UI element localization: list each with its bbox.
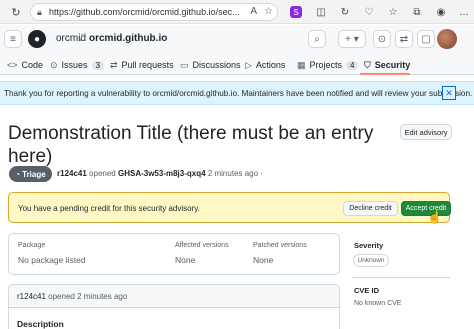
status-label: Triage	[22, 169, 46, 179]
repo-nav: <> Code ⊙ Issues 3 ⇄ Pull requests ▭ Dis…	[0, 53, 474, 75]
cve-id-value: No known CVE	[354, 300, 402, 307]
tab-label: Actions	[255, 60, 286, 70]
menu-icon[interactable]: ≡	[4, 30, 22, 48]
discussions-icon: ▭	[180, 59, 189, 70]
projects-icon: ▦	[297, 59, 306, 70]
tab-label: Projects	[309, 60, 343, 70]
extension-icon[interactable]: S	[290, 6, 302, 18]
favorite-star-icon[interactable]: ☆	[264, 6, 273, 17]
cve-id-label: CVE ID	[354, 286, 380, 295]
projects-count-badge: 4	[346, 60, 359, 70]
status-badge: ◔ Triage	[9, 166, 52, 182]
affected-versions-value: None	[175, 255, 196, 265]
address-bar[interactable]: 🔒︎ https://github.com/orcmid/orcmid.gith…	[30, 3, 278, 21]
browser-essentials-icon[interactable]: ♡	[361, 4, 377, 20]
credit-message: You have a pending credit for this secur…	[18, 204, 200, 213]
comment-time: opened 2 minutes ago	[48, 292, 128, 301]
sidebar-divider	[352, 277, 450, 278]
edit-advisory-button[interactable]: Edit advisory	[400, 124, 452, 140]
url-text: https://github.com/orcmid/orcmid.github.…	[49, 7, 240, 17]
mouse-cursor-icon: ☝	[427, 210, 442, 224]
tab-label: Code	[21, 60, 44, 70]
favorites-icon[interactable]: ☆	[385, 4, 401, 20]
code-icon: <>	[7, 60, 18, 70]
comment-meta: r124c41 opened 2 minutes ago	[17, 292, 127, 301]
issues-icon[interactable]: ⊙	[373, 30, 391, 48]
active-tab-indicator	[360, 73, 410, 75]
tab-label: Issues	[61, 60, 88, 70]
flash-message: Thank you for reporting a vulnerability …	[4, 89, 473, 98]
browser-toolbar: ↻ 🔒︎ https://github.com/orcmid/orcmid.gi…	[0, 0, 474, 24]
issue-icon: ⊙	[50, 59, 58, 70]
actions-icon: ▷	[245, 59, 252, 70]
meta-dash: ·	[260, 169, 263, 178]
tab-label: Security	[374, 60, 411, 70]
opened-text: opened	[89, 169, 116, 178]
shield-icon: ⛉	[364, 59, 371, 70]
affected-versions-header: Affected versions	[175, 242, 229, 249]
profile-icon[interactable]: ◉	[433, 4, 449, 20]
opened-time: 2 minutes ago	[207, 169, 259, 178]
triage-icon: ◔	[15, 169, 21, 179]
lock-icon: 🔒︎	[37, 7, 42, 17]
comment-author[interactable]: r124c41	[17, 292, 46, 301]
close-icon[interactable]: ✕	[442, 86, 456, 100]
tab-label: Discussions	[192, 60, 241, 70]
inbox-icon[interactable]: ▢	[417, 30, 435, 48]
page-title: Demonstration Title (there must be an en…	[8, 123, 374, 167]
patched-versions-header: Patched versions	[253, 242, 307, 249]
tab-pull-requests[interactable]: ⇄ Pull requests	[110, 57, 174, 73]
breadcrumb-repo[interactable]: orcmid.github.io	[89, 33, 167, 44]
package-header: Package	[18, 242, 46, 249]
package-value: No package listed	[18, 255, 86, 265]
pending-credit-banner: You have a pending credit for this secur…	[8, 192, 451, 223]
ghsa-id: GHSA-3w53-m8j3-qxq4	[117, 169, 206, 178]
collections-icon[interactable]: ⧉	[409, 4, 425, 20]
tab-issues[interactable]: ⊙ Issues 3	[50, 57, 105, 73]
tab-code[interactable]: <> Code	[7, 57, 43, 73]
refresh-extension-icon[interactable]: ↻	[337, 4, 353, 20]
read-aloud-icon[interactable]: A	[250, 6, 257, 17]
severity-label: Severity	[354, 241, 384, 250]
decline-credit-button[interactable]: Decline credit	[343, 201, 398, 216]
severity-badge: Unknown	[353, 254, 389, 267]
search-icon[interactable]: ⌕	[308, 30, 326, 48]
description-heading: Description	[17, 319, 64, 329]
advisory-meta: r124c41 opened GHSA-3w53-m8j3-qxq4 2 min…	[57, 169, 263, 178]
package-table: Package Affected versions Patched versio…	[8, 233, 340, 275]
github-header: ≡ ● orcmid / orcmid.github.io ⌕ + ▾ ⊙ ⇄ …	[0, 25, 474, 53]
author-link[interactable]: r124c41	[57, 169, 87, 178]
pull-requests-icon[interactable]: ⇄	[395, 30, 413, 48]
issues-count-badge: 3	[91, 60, 105, 70]
accept-credit-button[interactable]: Accept credit	[401, 201, 451, 216]
advisory-comment: r124c41 opened 2 minutes ago Description	[8, 284, 340, 329]
pull-request-icon: ⇄	[110, 59, 118, 70]
patched-versions-value: None	[253, 255, 274, 265]
tab-discussions[interactable]: ▭ Discussions	[180, 57, 241, 73]
github-logo-icon[interactable]: ●	[28, 30, 46, 48]
breadcrumb-separator: /	[80, 33, 83, 44]
more-menu-icon[interactable]: …	[456, 4, 472, 20]
tab-projects[interactable]: ▦ Projects 4	[297, 57, 359, 73]
flash-banner: Thank you for reporting a vulnerability …	[0, 81, 474, 105]
split-screen-icon[interactable]: ◫	[313, 4, 329, 20]
tab-actions[interactable]: ▷ Actions	[245, 57, 285, 73]
avatar[interactable]	[437, 29, 457, 49]
tab-label: Pull requests	[121, 60, 174, 70]
tab-security[interactable]: ⛉ Security	[364, 57, 410, 73]
refresh-icon[interactable]: ↻	[7, 3, 25, 21]
comment-header: r124c41 opened 2 minutes ago	[9, 285, 339, 308]
create-new-button[interactable]: + ▾	[338, 30, 366, 48]
